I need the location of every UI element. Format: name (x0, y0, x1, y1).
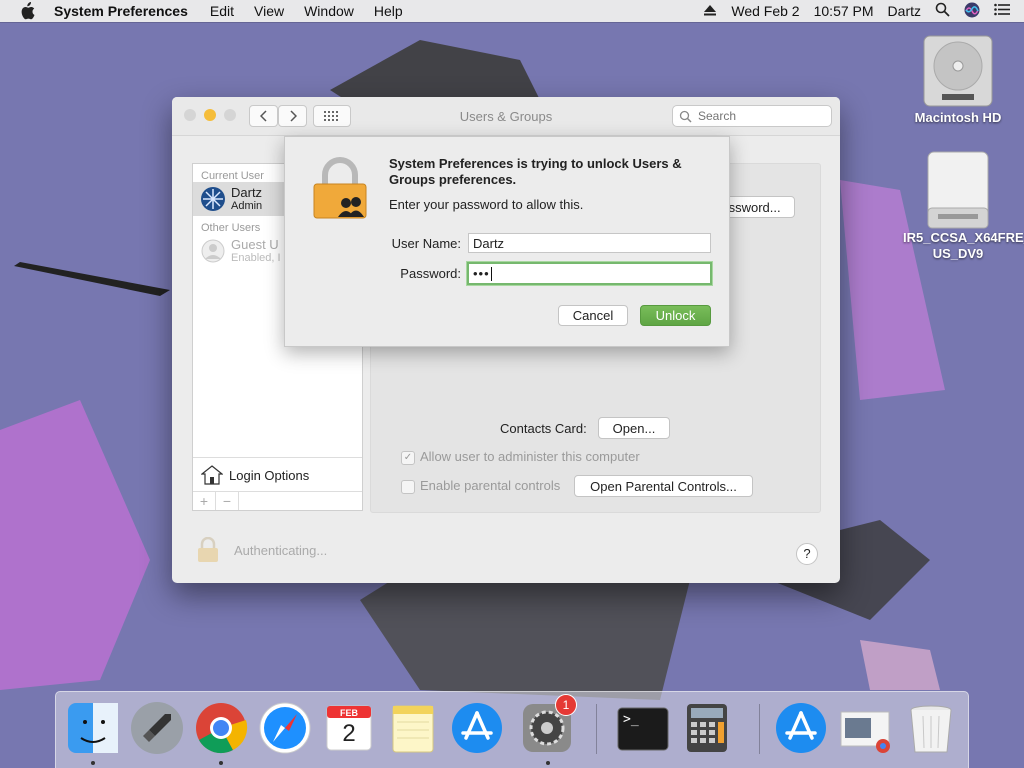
dock-trash[interactable] (903, 700, 959, 756)
eject-icon[interactable] (703, 3, 717, 19)
dock-separator (596, 704, 597, 754)
guest-name: Guest U (231, 236, 279, 252)
external-disk-icon (920, 150, 996, 229)
app-store-icon (452, 703, 502, 753)
running-indicator (91, 761, 95, 765)
compass-icon (259, 702, 311, 754)
menu-view[interactable]: View (254, 3, 284, 19)
lock-status[interactable]: Authenticating... (196, 537, 327, 563)
notes-icon (392, 705, 434, 753)
guest-status: Enabled, I (231, 251, 281, 264)
add-user-button[interactable]: + (193, 492, 216, 510)
trash-icon (910, 705, 952, 753)
desktop-icon-install-disk[interactable]: IR5_CCSA_X64FRE_EN-US_DV9 (903, 150, 1024, 262)
unlock-dialog: System Preferences is trying to unlock U… (284, 136, 730, 347)
search-input[interactable] (696, 108, 820, 124)
desktop-icon-label: Macintosh HD (914, 110, 1002, 125)
allow-admin-row[interactable]: ✓ Allow user to administer this computer (401, 449, 640, 465)
window-thumbnail-icon (840, 711, 890, 753)
terminal-prompt: >_ (623, 712, 639, 727)
rocket-icon (131, 702, 183, 754)
hard-drive-icon (920, 30, 996, 107)
dock-calculator[interactable] (679, 700, 735, 756)
menu-time[interactable]: 10:57 PM (814, 3, 874, 19)
open-parental-controls-button[interactable]: Open Parental Controls... (574, 475, 753, 497)
password-value: ••• (473, 266, 490, 281)
siri-icon[interactable] (964, 2, 980, 21)
login-options-label: Login Options (229, 467, 310, 483)
dock-chrome[interactable] (193, 700, 249, 756)
dock-calendar[interactable]: FEB 2 (321, 700, 377, 756)
window-titlebar: Users & Groups (172, 97, 840, 136)
lock-icon (198, 537, 218, 562)
unlock-button[interactable]: Unlock (640, 305, 711, 326)
dock-separator (759, 704, 760, 754)
apple-icon[interactable] (19, 2, 37, 20)
search-icon (679, 110, 692, 123)
avatar (201, 187, 225, 211)
dock-app-store-downloads[interactable] (773, 700, 829, 756)
desktop-icon-label: IR5_CCSA_X64FRE_EN-US_DV9 (903, 230, 1024, 261)
open-contacts-button[interactable]: Open... (598, 417, 670, 439)
dock-chrome-window[interactable] (837, 700, 893, 756)
menu-bar: System Preferences Edit View Window Help… (0, 0, 1024, 22)
dock-notes[interactable] (385, 700, 441, 756)
allow-admin-label: Allow user to administer this computer (420, 449, 640, 464)
dock-app-store[interactable] (449, 700, 505, 756)
user-role: Admin (231, 199, 263, 212)
dialog-heading: System Preferences is trying to unlock U… (389, 156, 682, 187)
padlock-icon (312, 157, 370, 222)
dialog-subtext: Enter your password to allow this. (389, 197, 584, 212)
dock-system-preferences[interactable]: 1 (519, 694, 577, 756)
authenticating-label: Authenticating... (234, 542, 328, 558)
dock-launchpad[interactable] (129, 700, 185, 756)
menu-user[interactable]: Dartz (888, 3, 921, 19)
search-field[interactable] (672, 105, 832, 127)
dock: FEB 2 1 >_ (55, 691, 969, 768)
menu-date[interactable]: Wed Feb 2 (731, 3, 799, 19)
text-cursor (490, 266, 492, 281)
terminal-icon (617, 707, 669, 751)
user-name: Dartz (231, 184, 263, 200)
cancel-button[interactable]: Cancel (558, 305, 628, 326)
login-options-row[interactable]: Login Options (193, 457, 362, 492)
desktop-icon-macintosh-hd[interactable]: Macintosh HD (903, 30, 1013, 125)
finder-icon (68, 703, 118, 753)
username-field[interactable]: Dartz (468, 233, 711, 253)
menu-edit[interactable]: Edit (210, 3, 234, 19)
parental-controls-row[interactable]: Enable parental controls (401, 478, 560, 494)
help-button[interactable]: ? (796, 543, 818, 565)
password-field[interactable]: ••• (467, 262, 712, 285)
chrome-icon (196, 703, 248, 754)
menu-window[interactable]: Window (304, 3, 354, 19)
add-remove-bar: + − (193, 491, 362, 510)
parental-controls-checkbox[interactable] (401, 479, 415, 494)
running-indicator (219, 761, 223, 765)
notification-badge: 1 (555, 694, 577, 716)
remove-user-button[interactable]: − (216, 492, 239, 510)
calculator-icon (687, 704, 727, 752)
dock-safari[interactable] (257, 700, 313, 756)
notification-center-icon[interactable] (994, 3, 1010, 19)
menu-app-name[interactable]: System Preferences (54, 3, 188, 19)
menu-help[interactable]: Help (374, 3, 403, 19)
app-store-icon (776, 703, 826, 753)
calendar-day: 2 (342, 720, 356, 747)
allow-admin-checkbox[interactable]: ✓ (401, 450, 415, 465)
password-label: Password: (400, 266, 461, 281)
calendar-month: FEB (340, 708, 358, 718)
running-indicator (546, 761, 550, 765)
spotlight-search-icon[interactable] (935, 2, 950, 20)
contacts-card-label: Contacts Card: (500, 421, 587, 436)
username-label: User Name: (391, 236, 461, 251)
guest-avatar-icon (201, 239, 225, 263)
parental-controls-label: Enable parental controls (420, 478, 561, 493)
dock-finder[interactable] (65, 700, 121, 756)
dock-terminal[interactable]: >_ (615, 700, 671, 756)
house-icon (201, 465, 223, 485)
